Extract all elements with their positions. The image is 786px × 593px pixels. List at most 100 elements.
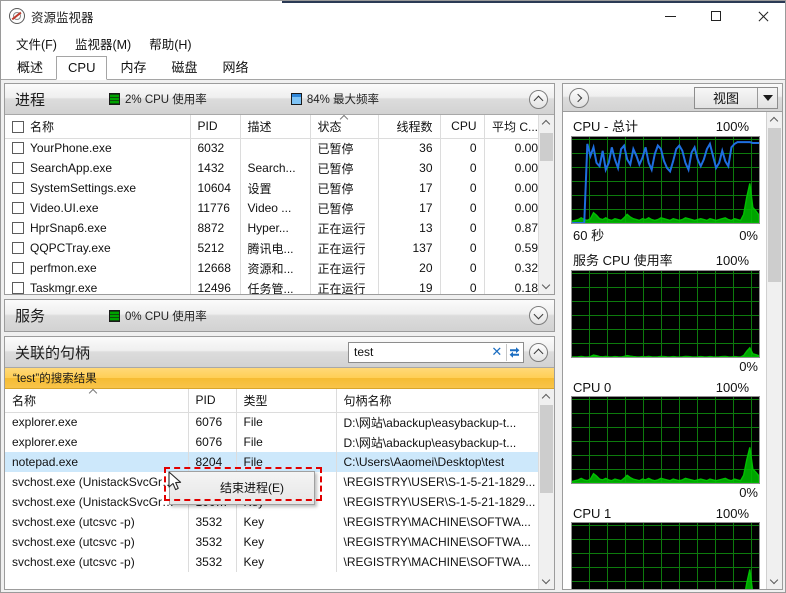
cell-process-threads: 17: [378, 178, 441, 198]
table-row[interactable]: explorer.exe 6076 File D:\网站\abackup\easyba…: [5, 412, 538, 432]
cell-process-cpu: 0: [440, 218, 485, 238]
table-row[interactable]: perfmon.exe 12668 资源和... 正在运行 20 0 0.32: [5, 258, 538, 278]
cell-process-avgcpu: 0.00: [514, 141, 538, 156]
close-button[interactable]: [739, 1, 785, 31]
table-row[interactable]: SystemSettings.exe 10604 设置 已暂停 17 0 0.00: [5, 178, 538, 198]
menu-help[interactable]: 帮助(H): [141, 31, 199, 56]
tab-cpu[interactable]: CPU: [56, 56, 108, 80]
context-menu-item-end-process[interactable]: 结束进程(E): [170, 475, 314, 501]
table-row[interactable]: YourPhone.exe 6032 已暂停 36 0 0.00: [5, 138, 538, 158]
tab-overview[interactable]: 概述: [5, 53, 55, 80]
table-row[interactable]: Video.UI.exe 11776 Video ... 已暂停 17 0 0.00: [5, 198, 538, 218]
handles-scroll-thumb[interactable]: [540, 405, 553, 493]
graph-scroll-thumb[interactable]: [768, 128, 781, 282]
view-dropdown[interactable]: 视图: [694, 86, 778, 109]
refresh-arrows-icon[interactable]: [506, 343, 521, 361]
tab-disk[interactable]: 磁盘: [159, 53, 209, 80]
cell-process-avgcpu: 0.00: [514, 201, 538, 215]
table-row[interactable]: QQPCTray.exe 5212 腾讯电... 正在运行 137 0 0.59: [5, 238, 538, 258]
processes-cpu-usage-label: 2% CPU 使用率: [125, 94, 207, 106]
processes-scroll-down-button[interactable]: [539, 278, 554, 294]
cell-process-status: 已暂停: [310, 198, 379, 218]
processes-col-avgcpu[interactable]: 平均 C...: [484, 115, 538, 139]
services-section: 服务 0% CPU 使用率: [4, 299, 555, 332]
graph-max-label: 100%: [715, 380, 749, 395]
handle-search-input[interactable]: [354, 345, 488, 359]
graph-scroll-down-button[interactable]: [767, 573, 782, 589]
cell-process-threads: 137: [378, 238, 441, 258]
processes-col-name[interactable]: 名称: [5, 115, 191, 139]
processes-col-pid[interactable]: PID: [190, 115, 241, 139]
table-row[interactable]: svchost.exe (utcsvc -p) 3532 Key \REGISTRY\…: [5, 532, 538, 552]
table-row[interactable]: svchost.exe (utcsvc -p) 3532 Key \REGISTRY\…: [5, 512, 538, 532]
services-header[interactable]: 服务 0% CPU 使用率: [5, 300, 554, 331]
cell-handle-pid: 3532: [188, 552, 237, 572]
row-checkbox[interactable]: [12, 142, 24, 155]
handles-col-handle[interactable]: 句柄名称: [336, 389, 538, 413]
view-dropdown-arrow[interactable]: [757, 87, 777, 108]
graph-panel-expand-button[interactable]: [569, 87, 589, 108]
handles-scroll-down-button[interactable]: [539, 573, 554, 589]
table-row[interactable]: Taskmgr.exe 12496 任务管... 正在运行 19 0 0.18: [5, 278, 538, 294]
table-row[interactable]: explorer.exe 6076 File D:\网站\abackup\easyba…: [5, 432, 538, 452]
processes-header[interactable]: 进程 2% CPU 使用率 84% 最大频率: [5, 84, 554, 115]
graph-min-label: 0%: [739, 228, 758, 243]
cell-handle-pid: 8204: [188, 452, 237, 472]
processes-table-scroll: 名称 PID 描述 状态 线程数 CPU 平均 C... YourPhone.e…: [5, 115, 538, 294]
processes-header-row: 名称 PID 描述 状态 线程数 CPU 平均 C...: [5, 115, 538, 139]
row-checkbox[interactable]: [12, 282, 24, 294]
graph-scroll-track[interactable]: [767, 128, 782, 573]
cell-handle-pid: 3532: [188, 532, 237, 552]
table-row[interactable]: SearchApp.exe 1432 Search... 已暂停 30 0 0.00: [5, 158, 538, 178]
handles-collapse-button[interactable]: [529, 342, 548, 362]
minimize-button[interactable]: [647, 1, 693, 31]
clear-search-icon[interactable]: ✕: [487, 344, 506, 360]
handles-header[interactable]: 关联的句柄 ✕: [5, 337, 554, 368]
window-controls: [647, 1, 785, 31]
row-checkbox[interactable]: [12, 202, 24, 214]
cell-process-avgcpu: 0.00: [514, 181, 538, 195]
table-row[interactable]: svchost.exe (utcsvc -p) 3532 Key \REGISTRY\…: [5, 552, 538, 572]
table-row[interactable]: HprSnap6.exe 8872 Hyper... 正在运行 13 0 0.87: [5, 218, 538, 238]
handles-col-name[interactable]: 名称: [5, 389, 189, 413]
processes-scrollbar[interactable]: [538, 115, 554, 294]
processes-col-status[interactable]: 状态: [310, 115, 379, 139]
cell-process-cpu: 0: [440, 138, 485, 158]
graph-plot: [571, 136, 760, 224]
graph-scrollbar[interactable]: [766, 112, 782, 589]
processes-scroll-track[interactable]: [539, 131, 554, 278]
cell-process-name: QQPCTray.exe: [5, 238, 191, 258]
row-checkbox[interactable]: [12, 162, 24, 174]
processes-col-threads[interactable]: 线程数: [378, 115, 441, 139]
cell-process-cpu: 0: [440, 238, 485, 258]
select-all-checkbox[interactable]: [12, 120, 24, 133]
handles-col-pid[interactable]: PID: [188, 389, 237, 413]
graph-scroll-up-button[interactable]: [767, 112, 782, 128]
row-checkbox[interactable]: [12, 222, 24, 234]
tab-memory[interactable]: 内存: [108, 53, 158, 80]
row-checkbox[interactable]: [12, 242, 24, 254]
handles-scroll-track[interactable]: [539, 405, 554, 573]
processes-collapse-button[interactable]: [529, 89, 548, 109]
handles-scroll-up-button[interactable]: [539, 389, 554, 405]
process-context-menu[interactable]: 结束进程(E): [169, 471, 315, 505]
tab-network[interactable]: 网络: [211, 53, 261, 80]
handles-scrollbar[interactable]: [538, 389, 554, 589]
maximize-button[interactable]: [693, 1, 739, 31]
processes-scroll-thumb[interactable]: [540, 133, 553, 161]
table-row[interactable]: notepad.exe 8204 File C:\Users\Aaomei\Deskt…: [5, 452, 538, 472]
handles-col-type[interactable]: 类型: [236, 389, 337, 413]
row-checkbox[interactable]: [12, 262, 24, 274]
menu-file[interactable]: 文件(F): [8, 31, 65, 56]
menu-monitor[interactable]: 监视器(M): [67, 31, 139, 56]
processes-scroll-up-button[interactable]: [539, 115, 554, 131]
handle-search-box[interactable]: ✕: [348, 341, 524, 363]
handles-section: 关联的句柄 ✕ “t: [4, 336, 555, 590]
cell-process-pid: 12668: [190, 258, 241, 278]
row-checkbox[interactable]: [12, 182, 24, 194]
services-expand-button[interactable]: [529, 306, 548, 325]
processes-col-desc[interactable]: 描述: [240, 115, 311, 139]
resource-monitor-window: 资源监视器 文件(F) 监视器(M) 帮助(H) 概述 CPU 内存 磁盘 网络…: [0, 0, 786, 593]
graph-max-label: 100%: [715, 119, 749, 134]
processes-col-cpu[interactable]: CPU: [440, 115, 485, 139]
